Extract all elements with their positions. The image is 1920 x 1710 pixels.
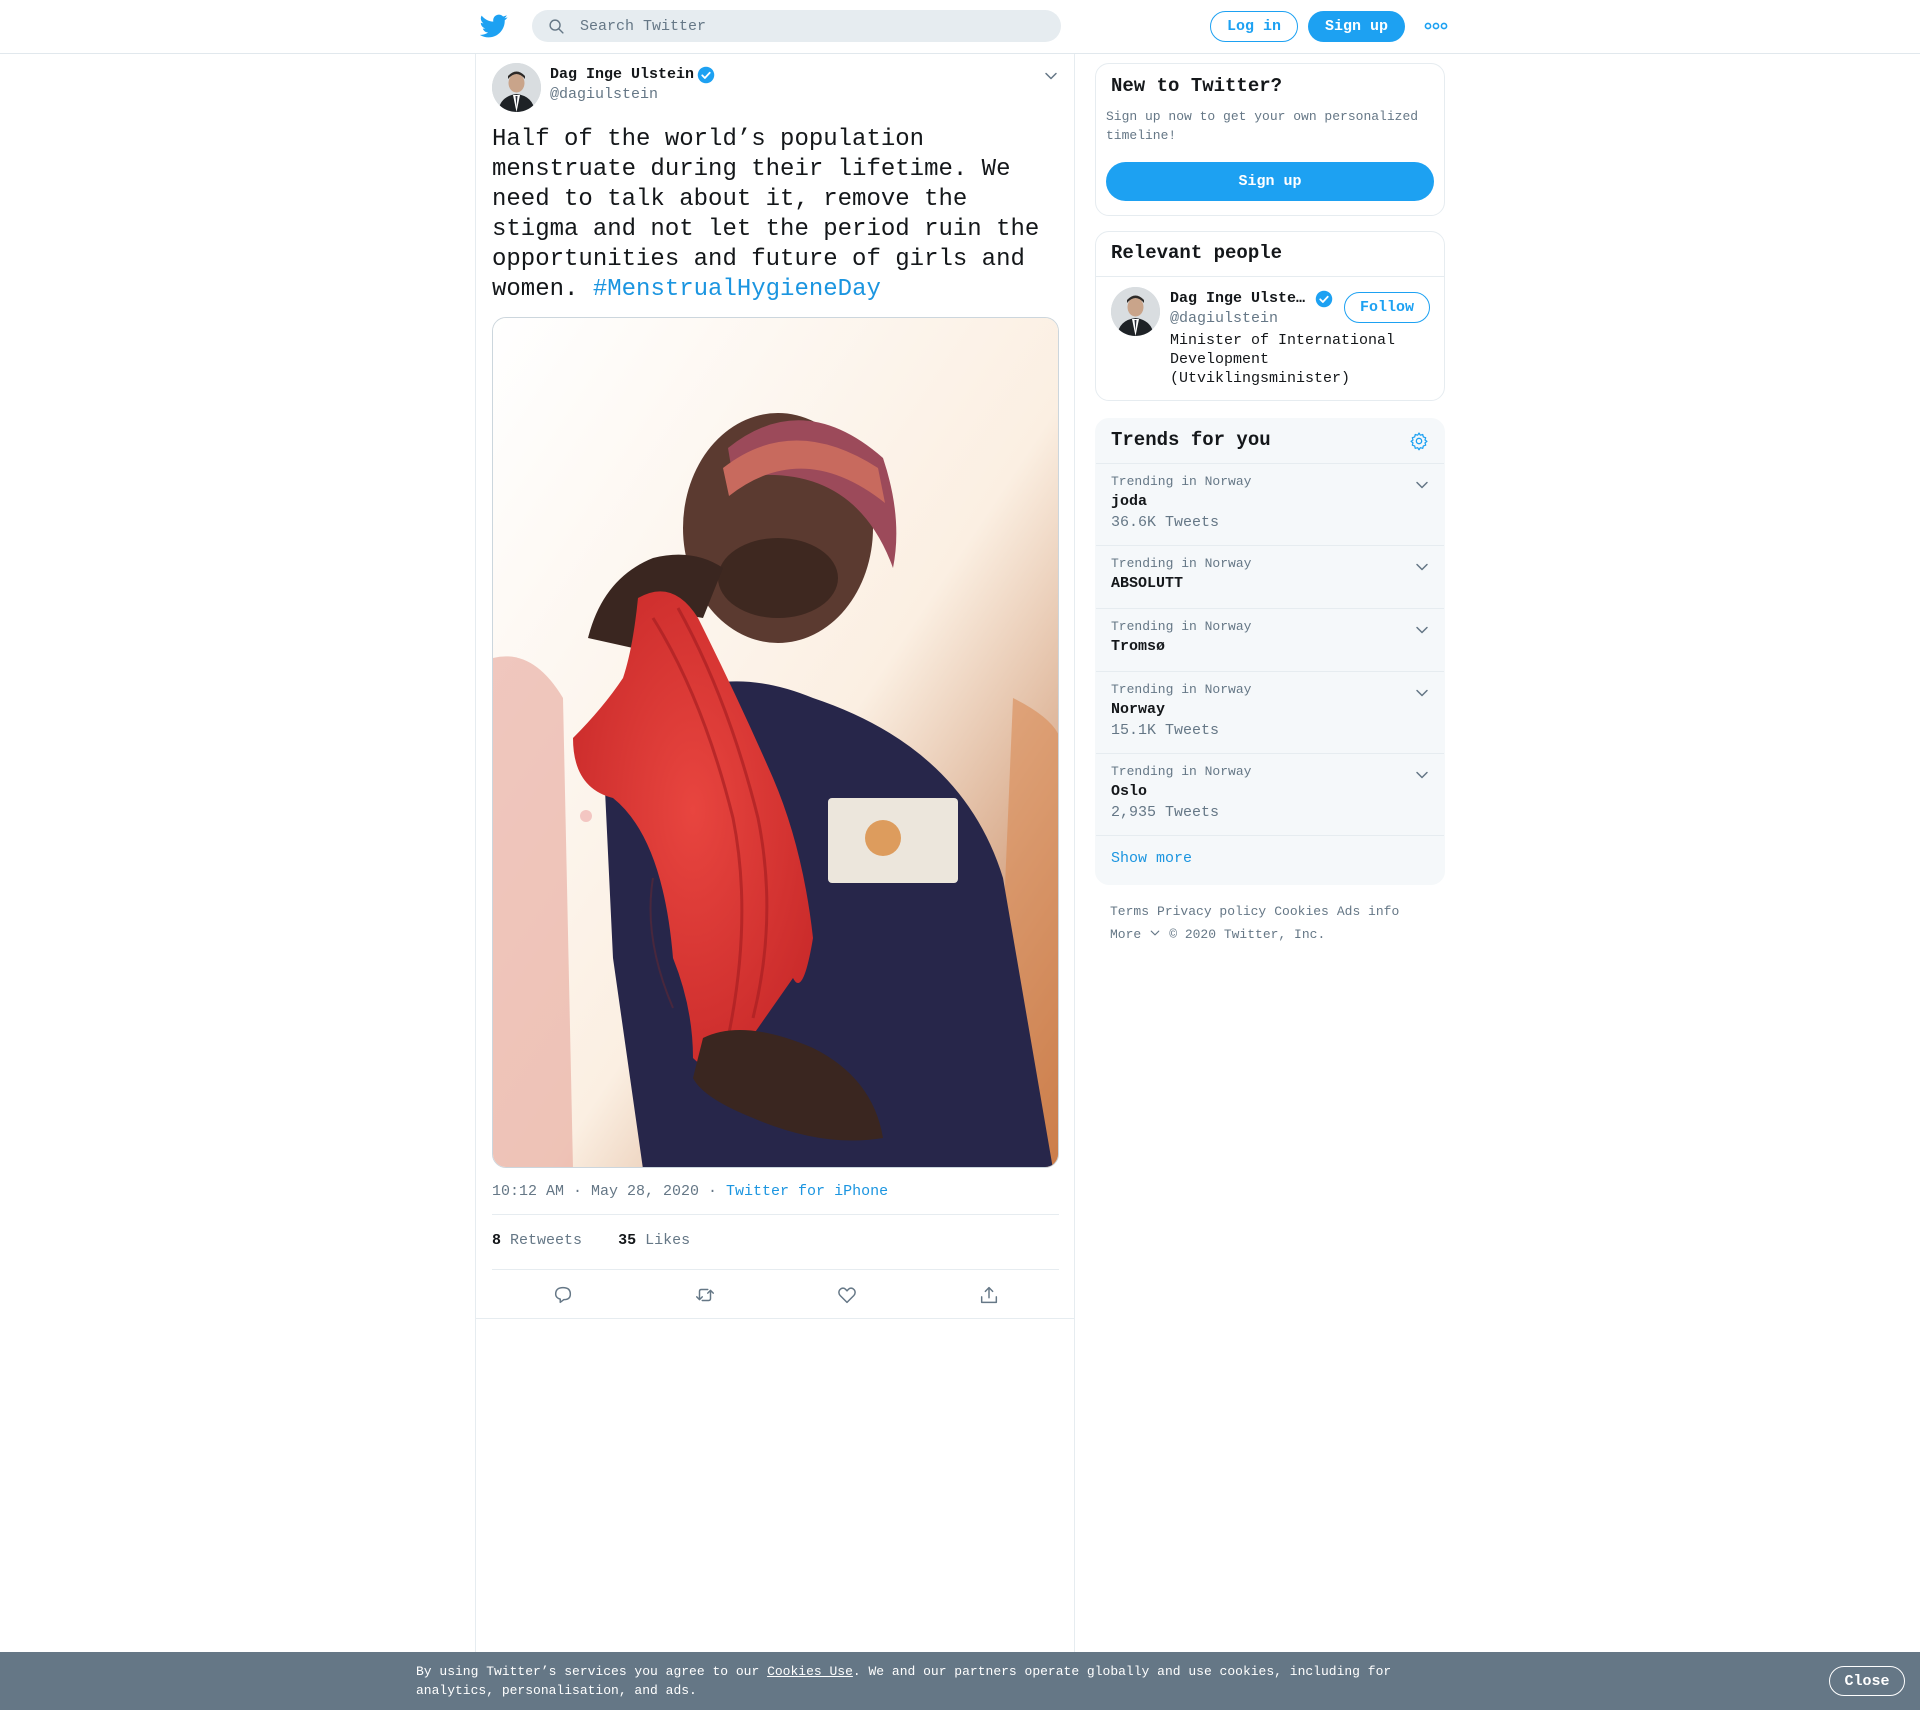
footer-copyright: © 2020 Twitter, Inc. [1169, 927, 1326, 942]
cookies-use-link[interactable]: Cookies Use [767, 1664, 853, 1679]
person-handle[interactable]: @dagiulstein [1170, 310, 1278, 327]
trend-tweet-count: 15.1K Tweets [1111, 722, 1220, 739]
chevron-down-icon[interactable] [1414, 477, 1430, 493]
trend-name: Oslo [1111, 783, 1148, 800]
more-options-icon[interactable] [1423, 18, 1449, 34]
sidebar-footer: Terms Privacy policy Cookies Ads info More ©… [1110, 900, 1440, 946]
show-more-link[interactable]: Show more [1111, 850, 1192, 867]
person-bio: Minister of International Development (U… [1170, 332, 1396, 387]
trend-name: ABSOLUTT [1111, 575, 1184, 592]
chevron-down-icon[interactable] [1414, 685, 1430, 701]
trend-name: Norway [1111, 701, 1166, 718]
footer-second-row: More © 2020 Twitter, Inc. [1110, 923, 1440, 946]
footer-links-row: Terms Privacy policy Cookies Ads info [1110, 900, 1440, 923]
chevron-down-icon[interactable] [1414, 559, 1430, 575]
tweet-actions [492, 1270, 1059, 1318]
chevron-down-icon[interactable] [1414, 767, 1430, 783]
close-cookie-banner-button[interactable]: Close [1829, 1666, 1905, 1696]
twitter-logo-icon[interactable] [480, 12, 508, 40]
retweets-count: 8 [492, 1232, 502, 1249]
trend-item[interactable]: Trending in Norway Norway 15.1K Tweets [1096, 671, 1444, 753]
footer-more-link[interactable]: More [1110, 927, 1161, 942]
divider [1096, 835, 1444, 836]
like-heart-icon[interactable] [836, 1284, 858, 1306]
avatar-image [492, 63, 541, 112]
verified-badge-icon [1315, 290, 1333, 308]
follow-button[interactable]: Follow [1344, 292, 1430, 323]
trend-name: joda [1111, 493, 1148, 510]
trend-location: Trending in Norway [1111, 619, 1252, 634]
likes-stat[interactable]: 35 Likes [618, 1232, 690, 1249]
settings-gear-icon[interactable] [1409, 431, 1429, 451]
footer-cookies-link[interactable]: Cookies [1274, 904, 1329, 919]
avatar-image [1111, 287, 1160, 336]
trend-item[interactable]: Trending in Norway joda 36.6K Tweets [1096, 463, 1444, 545]
search-icon [549, 19, 564, 34]
login-button[interactable]: Log in [1210, 11, 1298, 42]
search-bar[interactable] [532, 10, 1061, 42]
top-bar: Log in Sign up [0, 0, 1920, 54]
chevron-down-icon [1150, 930, 1160, 936]
tweet-stats: 8 Retweets 35 Likes [492, 1232, 690, 1249]
chevron-down-icon[interactable] [1043, 68, 1059, 84]
search-input[interactable] [580, 10, 1040, 42]
photo-image [493, 318, 1058, 1167]
top-bar-inner: Log in Sign up [475, 0, 1448, 53]
divider [492, 1214, 1059, 1215]
retweets-stat[interactable]: 8 Retweets [492, 1232, 582, 1249]
footer-more-label: More [1110, 927, 1142, 942]
cookie-text-start: By using Twitter’s services you agree to… [416, 1664, 768, 1679]
author-avatar[interactable] [492, 63, 541, 112]
divider [1096, 276, 1444, 277]
reply-icon[interactable] [552, 1284, 574, 1306]
tweet-text: Half of the world’s population menstruat… [492, 125, 1059, 305]
chevron-down-icon[interactable] [1414, 622, 1430, 638]
trend-tweet-count: 36.6K Tweets [1111, 514, 1220, 531]
trend-item[interactable]: Trending in Norway Oslo 2,935 Tweets [1096, 753, 1444, 835]
relevant-people-title: Relevant people [1111, 242, 1283, 264]
tweet-photo[interactable] [492, 317, 1059, 1168]
tweet-time[interactable]: 10:12 AM · May 28, 2020 · [492, 1183, 726, 1200]
trends-title: Trends for you [1111, 429, 1271, 451]
trend-location: Trending in Norway [1111, 474, 1252, 489]
trend-location: Trending in Norway [1111, 556, 1252, 571]
likes-label: Likes [645, 1232, 691, 1249]
hashtag-link[interactable]: #MenstrualHygieneDay [593, 276, 881, 303]
author-handle[interactable]: @dagiulstein [550, 86, 658, 103]
relevant-people-card: Relevant people Dag Inge Ulste… @dagiuls… [1095, 231, 1445, 401]
trends-card: Trends for you Trending in Norway joda 3… [1095, 418, 1445, 885]
trend-location: Trending in Norway [1111, 764, 1252, 779]
tweet-source-link[interactable]: Twitter for iPhone [726, 1183, 888, 1200]
trend-tweet-count: 2,935 Tweets [1111, 804, 1220, 821]
trend-name: Tromsø [1111, 638, 1166, 655]
share-icon[interactable] [978, 1284, 1000, 1306]
new-to-twitter-description: Sign up now to get your own personalized… [1106, 109, 1419, 143]
divider [476, 1318, 1074, 1319]
person-name[interactable]: Dag Inge Ulste… [1170, 290, 1308, 307]
footer-ads-info-link[interactable]: Ads info [1337, 904, 1399, 919]
signup-button[interactable]: Sign up [1308, 11, 1405, 42]
footer-privacy-link[interactable]: Privacy policy [1157, 904, 1266, 919]
retweet-icon[interactable] [694, 1284, 716, 1306]
main-column: Dag Inge Ulstein @dagiulstein Half of th… [475, 54, 1075, 1652]
likes-count: 35 [618, 1232, 637, 1249]
trend-location: Trending in Norway [1111, 682, 1252, 697]
footer-terms-link[interactable]: Terms [1110, 904, 1149, 919]
author-name[interactable]: Dag Inge Ulstein [550, 66, 694, 83]
verified-badge-icon [697, 66, 715, 84]
cookie-banner: By using Twitter’s services you agree to… [0, 1652, 1920, 1710]
trend-item[interactable]: Trending in Norway ABSOLUTT [1096, 545, 1444, 608]
retweets-label: Retweets [510, 1232, 583, 1249]
new-to-twitter-card: New to Twitter? Sign up now to get your … [1095, 63, 1445, 216]
cookie-banner-text: By using Twitter’s services you agree to… [416, 1662, 1416, 1700]
new-to-twitter-title: New to Twitter? [1111, 75, 1283, 97]
tweet-timestamp: 10:12 AM · May 28, 2020 · Twitter for iP… [492, 1183, 888, 1200]
sidebar-signup-button[interactable]: Sign up [1106, 162, 1434, 201]
trend-item[interactable]: Trending in Norway Tromsø [1096, 608, 1444, 671]
person-avatar[interactable] [1111, 287, 1160, 336]
